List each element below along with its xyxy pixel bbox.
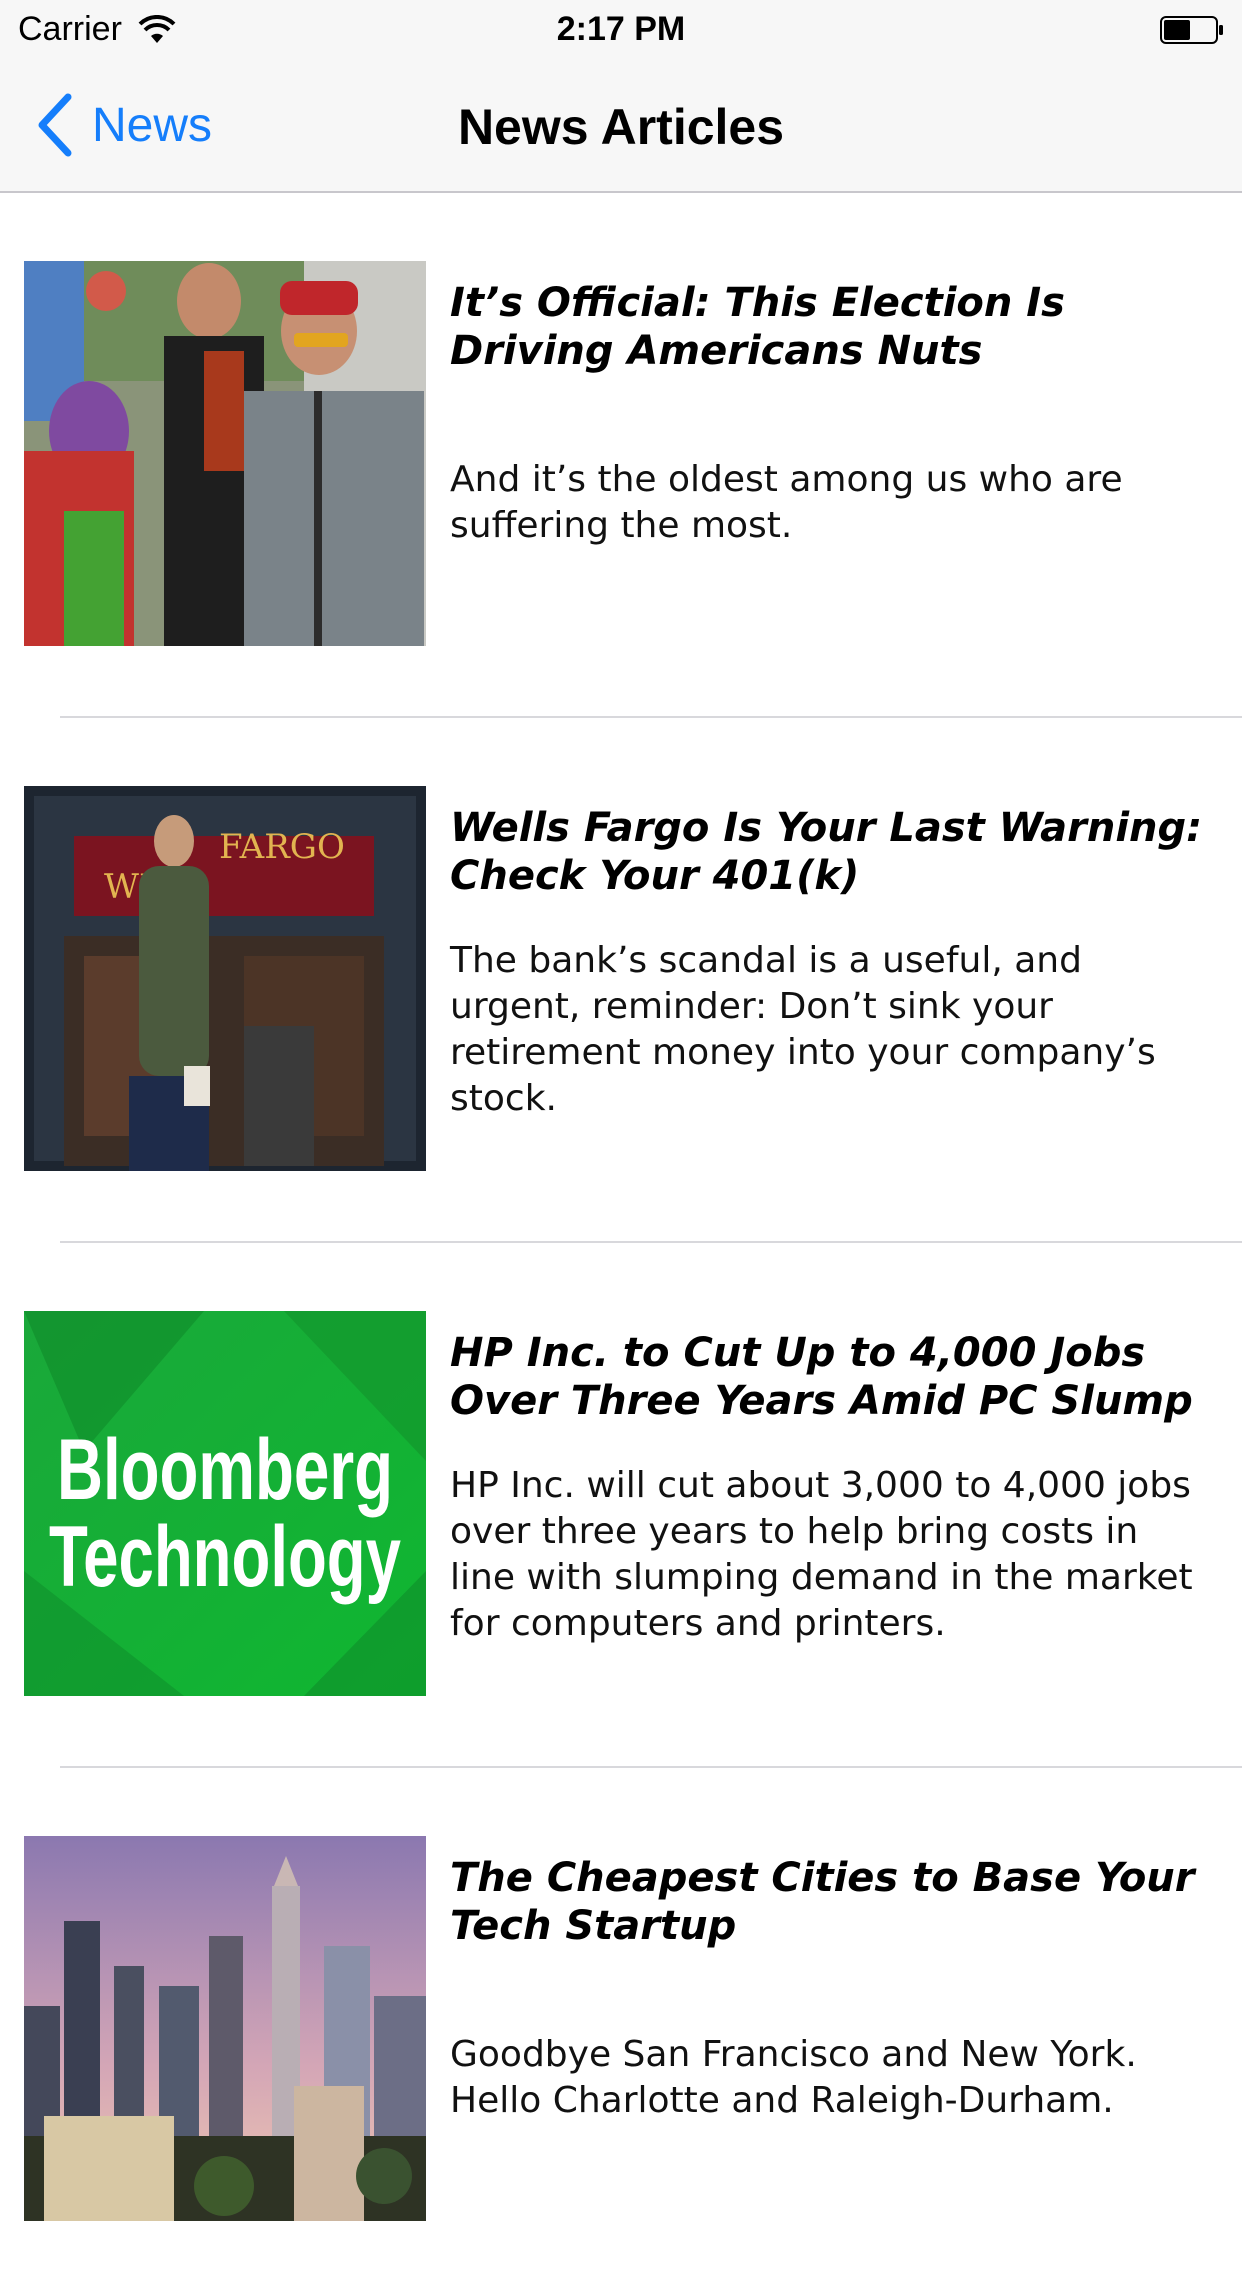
article-thumbnail [24, 1836, 426, 2221]
navigation-bar: News News Articles [0, 60, 1242, 193]
article-summary: HP Inc. will cut about 3,000 to 4,000 jo… [450, 1465, 1193, 1644]
article-row[interactable]: It’s Official: This Election Is Driving … [0, 193, 1242, 718]
protest-photo [24, 261, 426, 646]
city-skyline-photo [24, 1836, 426, 2221]
page-title: News Articles [457, 99, 785, 155]
article-headline: HP Inc. to Cut Up to 4,000 Jobs Over Thr… [450, 1330, 1193, 1424]
article-headline: It’s Official: This Election Is Driving … [450, 280, 1065, 374]
battery-icon [1160, 16, 1223, 44]
article-summary: Goodbye San Francisco and New York. Hell… [450, 2034, 1137, 2121]
article-thumbnail [24, 261, 426, 646]
article-thumbnail: Bloomberg Technology [24, 1311, 426, 1696]
article-row[interactable]: WE FARGO Wells Fargo Is Your Last Warnin… [0, 718, 1242, 1243]
article-text: HP Inc. to Cut Up to 4,000 Jobs Over Thr… [450, 1329, 1214, 1647]
article-summary: And it’s the oldest among us who are suf… [450, 459, 1123, 546]
article-text: The Cheapest Cities to Base Your Tech St… [450, 1854, 1214, 2124]
article-headline: Wells Fargo Is Your Last Warning: Check … [450, 805, 1203, 899]
status-bar: Carrier 2:17 PM [0, 0, 1242, 60]
article-summary: The bank’s scandal is a useful, and urge… [450, 940, 1156, 1119]
articles-list: It’s Official: This Election Is Driving … [0, 193, 1242, 2293]
wells-fargo-sign-right: FARGO [219, 827, 345, 867]
article-text: Wells Fargo Is Your Last Warning: Check … [450, 804, 1214, 1122]
article-headline: The Cheapest Cities to Base Your Tech St… [450, 1855, 1195, 1949]
article-row[interactable]: Bloomberg Technology HP Inc. to Cut Up t… [0, 1243, 1242, 1768]
article-thumbnail: WE FARGO [24, 786, 426, 1171]
article-row[interactable]: The Cheapest Cities to Base Your Tech St… [0, 1768, 1242, 2293]
article-text: It’s Official: This Election Is Driving … [450, 279, 1214, 549]
bloomberg-wordmark: Bloomberg [57, 1422, 393, 1518]
bloomberg-technology-logo: Bloomberg Technology [24, 1311, 426, 1696]
wells-fargo-branch-photo: WE FARGO [24, 786, 426, 1171]
technology-wordmark: Technology [49, 1509, 401, 1605]
status-time: 2:17 PM [556, 10, 686, 48]
